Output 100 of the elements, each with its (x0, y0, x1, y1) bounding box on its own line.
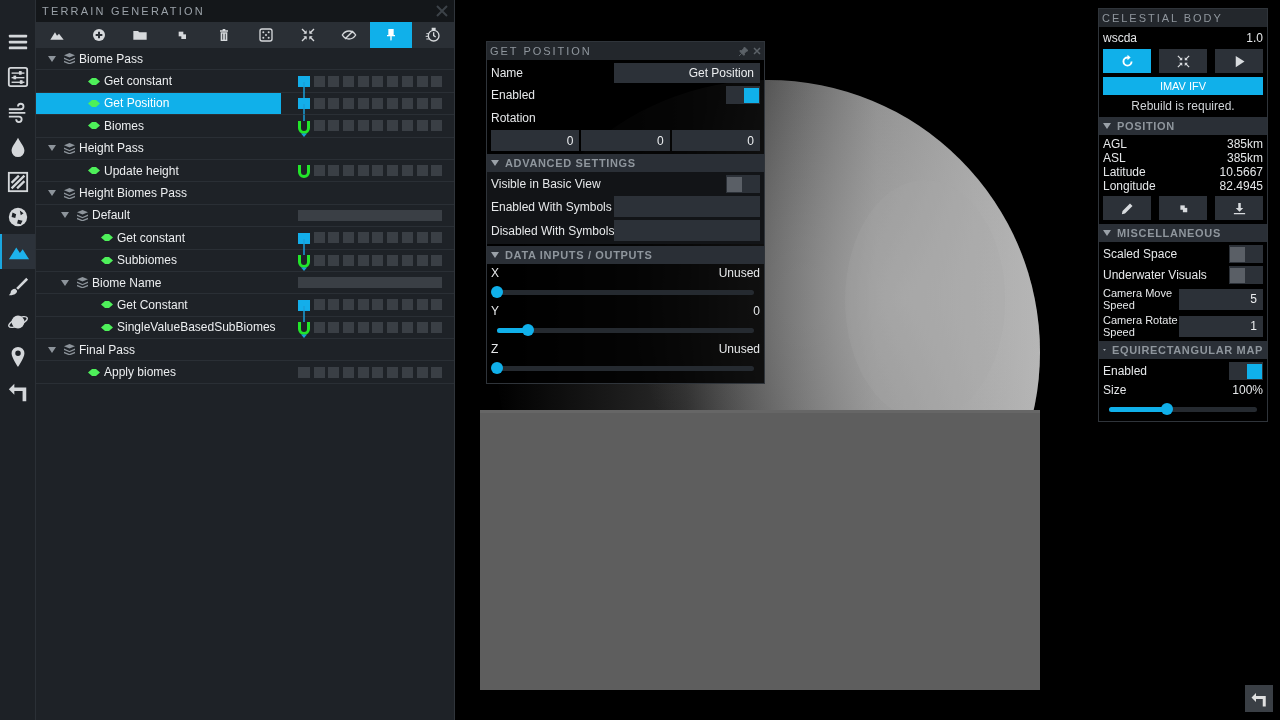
collapse-arrow-icon[interactable] (48, 144, 56, 153)
lane-slot[interactable] (431, 299, 443, 311)
lane-slot[interactable] (343, 165, 355, 177)
text-field[interactable] (614, 196, 760, 217)
lane-slot[interactable] (416, 75, 428, 87)
lane-slot[interactable] (313, 366, 325, 378)
lane-slot[interactable] (343, 254, 355, 266)
lane-slot[interactable] (357, 97, 369, 109)
slider-thumb[interactable] (491, 362, 503, 374)
lane-slot[interactable] (431, 254, 443, 266)
lane-slot[interactable] (372, 366, 384, 378)
number-field[interactable]: 1 (1179, 315, 1263, 337)
number-field[interactable]: 0 (671, 130, 760, 151)
lane-slot[interactable] (357, 321, 369, 333)
toggle-switch[interactable] (1229, 266, 1263, 284)
lane-slot[interactable] (313, 254, 325, 266)
lane-slot[interactable] (401, 120, 413, 132)
lane-slot[interactable] (313, 321, 325, 333)
lane-slot[interactable] (328, 366, 340, 378)
lane-slot[interactable] (343, 299, 355, 311)
lane-slot[interactable] (401, 321, 413, 333)
lane-slot[interactable] (328, 299, 340, 311)
toolbar-button[interactable] (370, 22, 413, 48)
tree-item[interactable]: SingleValueBasedSubBiomes (36, 316, 281, 339)
collapse-arrow-icon[interactable] (1103, 122, 1111, 130)
lane-slot[interactable] (372, 165, 384, 177)
lane-slot[interactable] (387, 254, 399, 266)
collapse-arrow-icon[interactable] (61, 278, 69, 287)
lane-slot[interactable] (401, 299, 413, 311)
tree-item[interactable]: Subbiomes (36, 249, 281, 271)
lane-slot[interactable] (357, 366, 369, 378)
lane-slot[interactable] (372, 232, 384, 244)
group-label[interactable]: Height Pass (79, 139, 144, 158)
lane-slot[interactable] (372, 254, 384, 266)
tool-button[interactable] (1103, 196, 1151, 220)
pin-icon[interactable] (739, 46, 748, 56)
lane-slot[interactable] (357, 75, 369, 87)
lane-slot[interactable] (328, 321, 340, 333)
lane-slot[interactable] (387, 120, 399, 132)
lane-slot[interactable] (401, 75, 413, 87)
close-icon[interactable] (753, 47, 761, 55)
tree-item[interactable]: Get constant (36, 227, 281, 249)
lane-slot[interactable] (401, 97, 413, 109)
lane-slot[interactable] (431, 75, 443, 87)
lane-slot[interactable] (387, 321, 399, 333)
toggle-switch[interactable] (726, 175, 760, 193)
lane-slot[interactable] (431, 165, 443, 177)
lane-slot[interactable] (328, 97, 340, 109)
lane-slot[interactable] (401, 232, 413, 244)
lane-slot[interactable] (416, 120, 428, 132)
collapse-arrow-icon[interactable] (1103, 229, 1111, 237)
lane-slot[interactable] (416, 97, 428, 109)
lane-slot[interactable] (401, 366, 413, 378)
number-field[interactable]: 0 (491, 130, 580, 151)
action-button[interactable] (1159, 49, 1207, 73)
lane-slot[interactable] (416, 165, 428, 177)
collapse-arrow-icon[interactable] (61, 211, 69, 220)
sidebar-tab[interactable] (0, 234, 35, 269)
toggle-switch[interactable] (1229, 362, 1263, 380)
lane-slot[interactable] (357, 254, 369, 266)
lane-slot[interactable] (328, 75, 340, 87)
close-icon[interactable] (436, 5, 448, 17)
lane-slot[interactable] (431, 366, 443, 378)
lane-slot[interactable] (343, 366, 355, 378)
slider-thumb[interactable] (521, 324, 534, 336)
number-field[interactable]: 0 (581, 130, 670, 151)
group-label[interactable]: Default (92, 206, 131, 225)
collapse-arrow-icon[interactable] (48, 189, 56, 198)
action-button[interactable] (1215, 49, 1263, 73)
collapse-arrow-icon[interactable] (48, 54, 56, 63)
tree-item[interactable]: Get Constant (36, 294, 281, 316)
lane-slot[interactable] (431, 97, 443, 109)
lane-slot[interactable] (387, 232, 399, 244)
tree-item[interactable]: Update height (36, 159, 281, 182)
lane-slot[interactable] (343, 232, 355, 244)
lane-slot[interactable] (372, 299, 384, 311)
lane-slot[interactable] (343, 75, 355, 87)
lane-slot[interactable] (372, 75, 384, 87)
collapse-arrow-icon[interactable] (491, 251, 499, 259)
tool-button[interactable] (1215, 196, 1263, 220)
lane-slot[interactable] (372, 321, 384, 333)
lane-slot[interactable] (387, 75, 399, 87)
lane-slot[interactable] (431, 321, 443, 333)
lane-slot[interactable] (416, 299, 428, 311)
lane-slot[interactable] (328, 120, 340, 132)
lane-slot[interactable] (313, 75, 325, 87)
lane-slot[interactable] (313, 232, 325, 244)
lane-slot[interactable] (313, 97, 325, 109)
group-label[interactable]: Biome Name (92, 273, 162, 292)
lane-slot[interactable] (313, 299, 325, 311)
tool-button[interactable] (1159, 196, 1207, 220)
lane-slot[interactable] (387, 366, 399, 378)
slider-thumb[interactable] (1160, 403, 1173, 415)
group-label[interactable]: Final Pass (79, 340, 136, 359)
lane-slot[interactable] (357, 232, 369, 244)
lane-slot[interactable] (313, 165, 325, 177)
tree-item[interactable]: Apply biomes (36, 361, 281, 383)
lane-slot[interactable] (387, 97, 399, 109)
number-field[interactable]: 5 (1179, 288, 1263, 310)
tree-item[interactable]: Biomes (36, 115, 281, 137)
